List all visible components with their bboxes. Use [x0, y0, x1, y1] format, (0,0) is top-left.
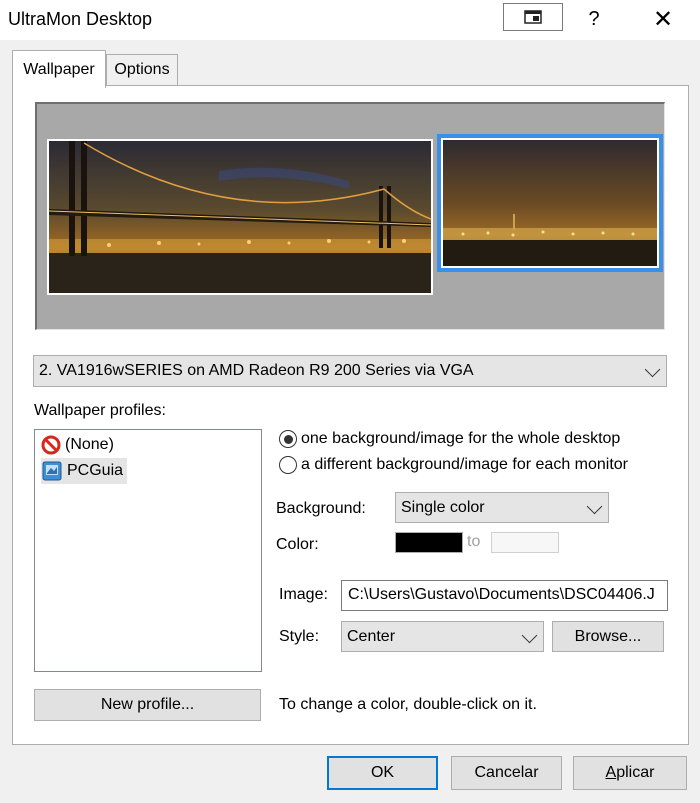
profile-name: PCGuia	[67, 462, 124, 479]
style-select-value: Center	[347, 627, 396, 645]
radio-button[interactable]	[279, 430, 297, 448]
profile-name: (None)	[65, 436, 114, 453]
chevron-down-icon	[644, 361, 661, 378]
color-label: Color:	[276, 536, 319, 553]
color-swatch-primary[interactable]	[395, 532, 463, 553]
window-restore-icon	[524, 10, 542, 24]
monitor-1-preview[interactable]	[47, 139, 433, 295]
tab-options[interactable]: Options	[106, 54, 178, 85]
monitor-2-preview-selected[interactable]	[437, 134, 663, 272]
apply-label-rest: plicar	[616, 764, 655, 781]
radio-whole-desktop[interactable]: one background/image for the whole deskt…	[279, 430, 620, 448]
monitor-preview	[35, 102, 665, 330]
monitor-select[interactable]: 2. VA1916wSERIES on AMD Radeon R9 200 Se…	[33, 355, 667, 387]
background-select[interactable]: Single color	[395, 492, 609, 523]
monitor-2-preview	[441, 138, 659, 268]
radio-label: one background/image for the whole deskt…	[301, 430, 621, 447]
wallpaper-thumbnail-bridge	[49, 141, 431, 293]
background-select-value: Single color	[401, 498, 485, 516]
image-label: Image:	[279, 586, 328, 603]
radio-label: a different background/image for each mo…	[301, 456, 629, 473]
color-swatch-secondary[interactable]	[491, 532, 559, 553]
window-title: UltraMon Desktop	[8, 9, 153, 29]
chevron-down-icon	[521, 627, 538, 643]
ok-button[interactable]: OK	[327, 756, 438, 790]
radio-each-monitor[interactable]: a different background/image for each mo…	[279, 456, 628, 474]
image-path-field[interactable]: C:\Users\Gustavo\Documents\DSC04406.J	[341, 580, 668, 611]
wallpaper-thumbnail-city	[443, 140, 657, 266]
apply-mnemonic: A	[605, 764, 617, 781]
browse-button[interactable]: Browse...	[552, 621, 664, 652]
background-label: Background:	[276, 500, 366, 517]
monitor-select-value: 2. VA1916wSERIES on AMD Radeon R9 200 Se…	[39, 362, 474, 379]
close-button[interactable]: ✕	[636, 0, 690, 38]
radio-button[interactable]	[279, 456, 297, 474]
new-profile-button[interactable]: New profile...	[34, 689, 261, 721]
profile-item-pcguia[interactable]: PCGuia	[41, 458, 128, 484]
style-label: Style:	[279, 628, 320, 645]
color-to-label: to	[467, 533, 481, 550]
wallpaper-profiles-list[interactable]: (None) PCGuia	[34, 429, 262, 672]
chevron-down-icon	[586, 498, 603, 514]
hint-text: To change a color, double-click on it.	[279, 696, 537, 713]
title-bar: UltraMon Desktop ? ✕	[0, 0, 700, 40]
apply-button[interactable]: Aplicar	[573, 756, 687, 790]
style-select[interactable]: Center	[341, 621, 544, 652]
cancel-button[interactable]: Cancelar	[451, 756, 562, 790]
no-entry-icon	[41, 435, 61, 455]
profile-icon	[41, 460, 63, 482]
tab-wallpaper[interactable]: Wallpaper	[12, 50, 106, 88]
help-button[interactable]: ?	[570, 0, 618, 38]
wallpaper-profiles-label: Wallpaper profiles:	[34, 402, 166, 419]
radio-selected-dot	[283, 434, 293, 444]
profile-item-none[interactable]: (None)	[41, 432, 118, 458]
restore-button[interactable]	[503, 3, 563, 31]
